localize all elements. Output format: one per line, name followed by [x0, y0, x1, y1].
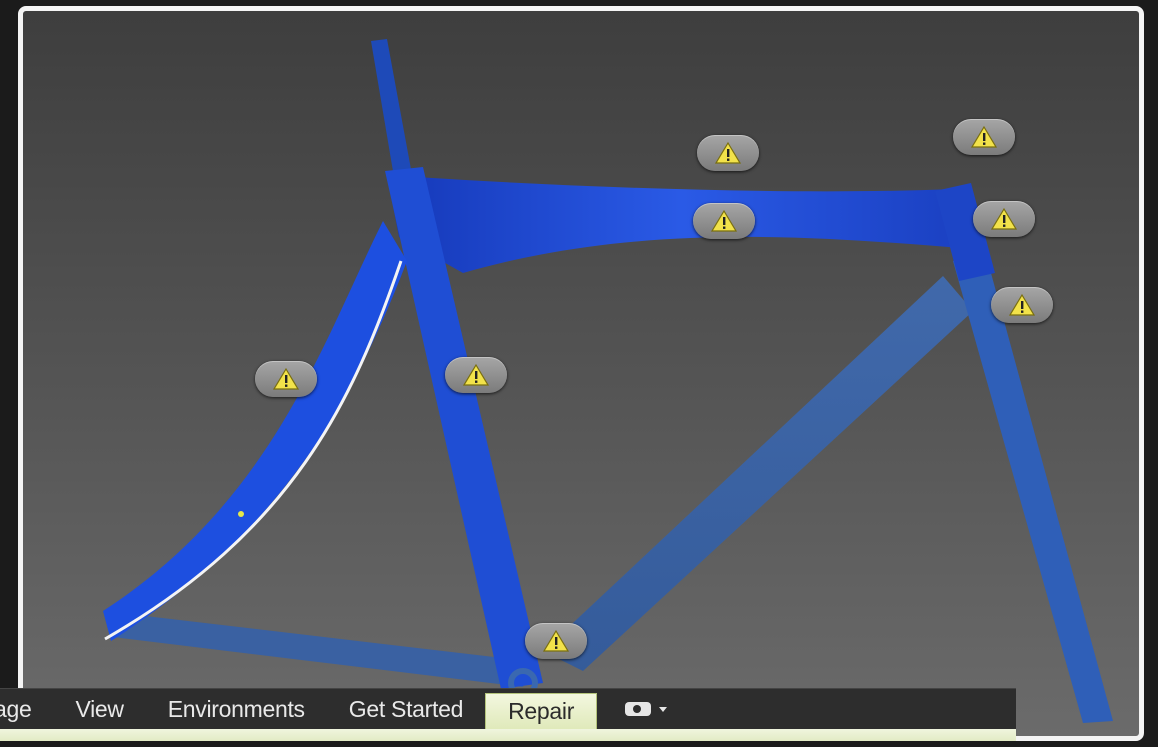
warning-marker[interactable] — [991, 287, 1053, 323]
warning-marker[interactable] — [697, 135, 759, 171]
warning-marker[interactable] — [693, 203, 755, 239]
camera-icon — [625, 702, 652, 716]
down-tube — [543, 276, 973, 671]
selection-point — [238, 511, 244, 517]
tab-view[interactable]: View — [53, 689, 145, 729]
warning-icon — [543, 629, 569, 652]
warning-icon — [711, 209, 737, 232]
warning-marker[interactable] — [973, 201, 1035, 237]
seat-stay — [103, 221, 407, 641]
ribbon-bar: age View Environments Get Started Repair — [0, 688, 1016, 741]
tab-repair[interactable]: Repair — [485, 692, 598, 730]
top-tube — [387, 175, 975, 273]
ribbon-panel — [0, 729, 1016, 741]
warning-icon — [273, 367, 299, 390]
ribbon-options-dropdown[interactable] — [625, 689, 668, 729]
warning-icon — [463, 363, 489, 386]
model-viewport[interactable] — [18, 6, 1144, 741]
warning-marker[interactable] — [445, 354, 515, 393]
warning-icon — [971, 125, 997, 148]
warning-icon — [715, 141, 741, 164]
warning-marker[interactable] — [255, 358, 325, 397]
chevron-down-icon — [659, 706, 668, 712]
tab-get-started[interactable]: Get Started — [327, 689, 485, 729]
chain-stay — [103, 611, 528, 687]
warning-icon — [991, 207, 1017, 230]
tab-manage[interactable]: age — [0, 689, 53, 729]
warning-icon — [1009, 293, 1035, 316]
warning-marker[interactable] — [525, 620, 595, 659]
tab-environments[interactable]: Environments — [146, 689, 327, 729]
ribbon-tabs: age View Environments Get Started Repair — [0, 689, 668, 730]
warning-marker[interactable] — [953, 119, 1015, 155]
